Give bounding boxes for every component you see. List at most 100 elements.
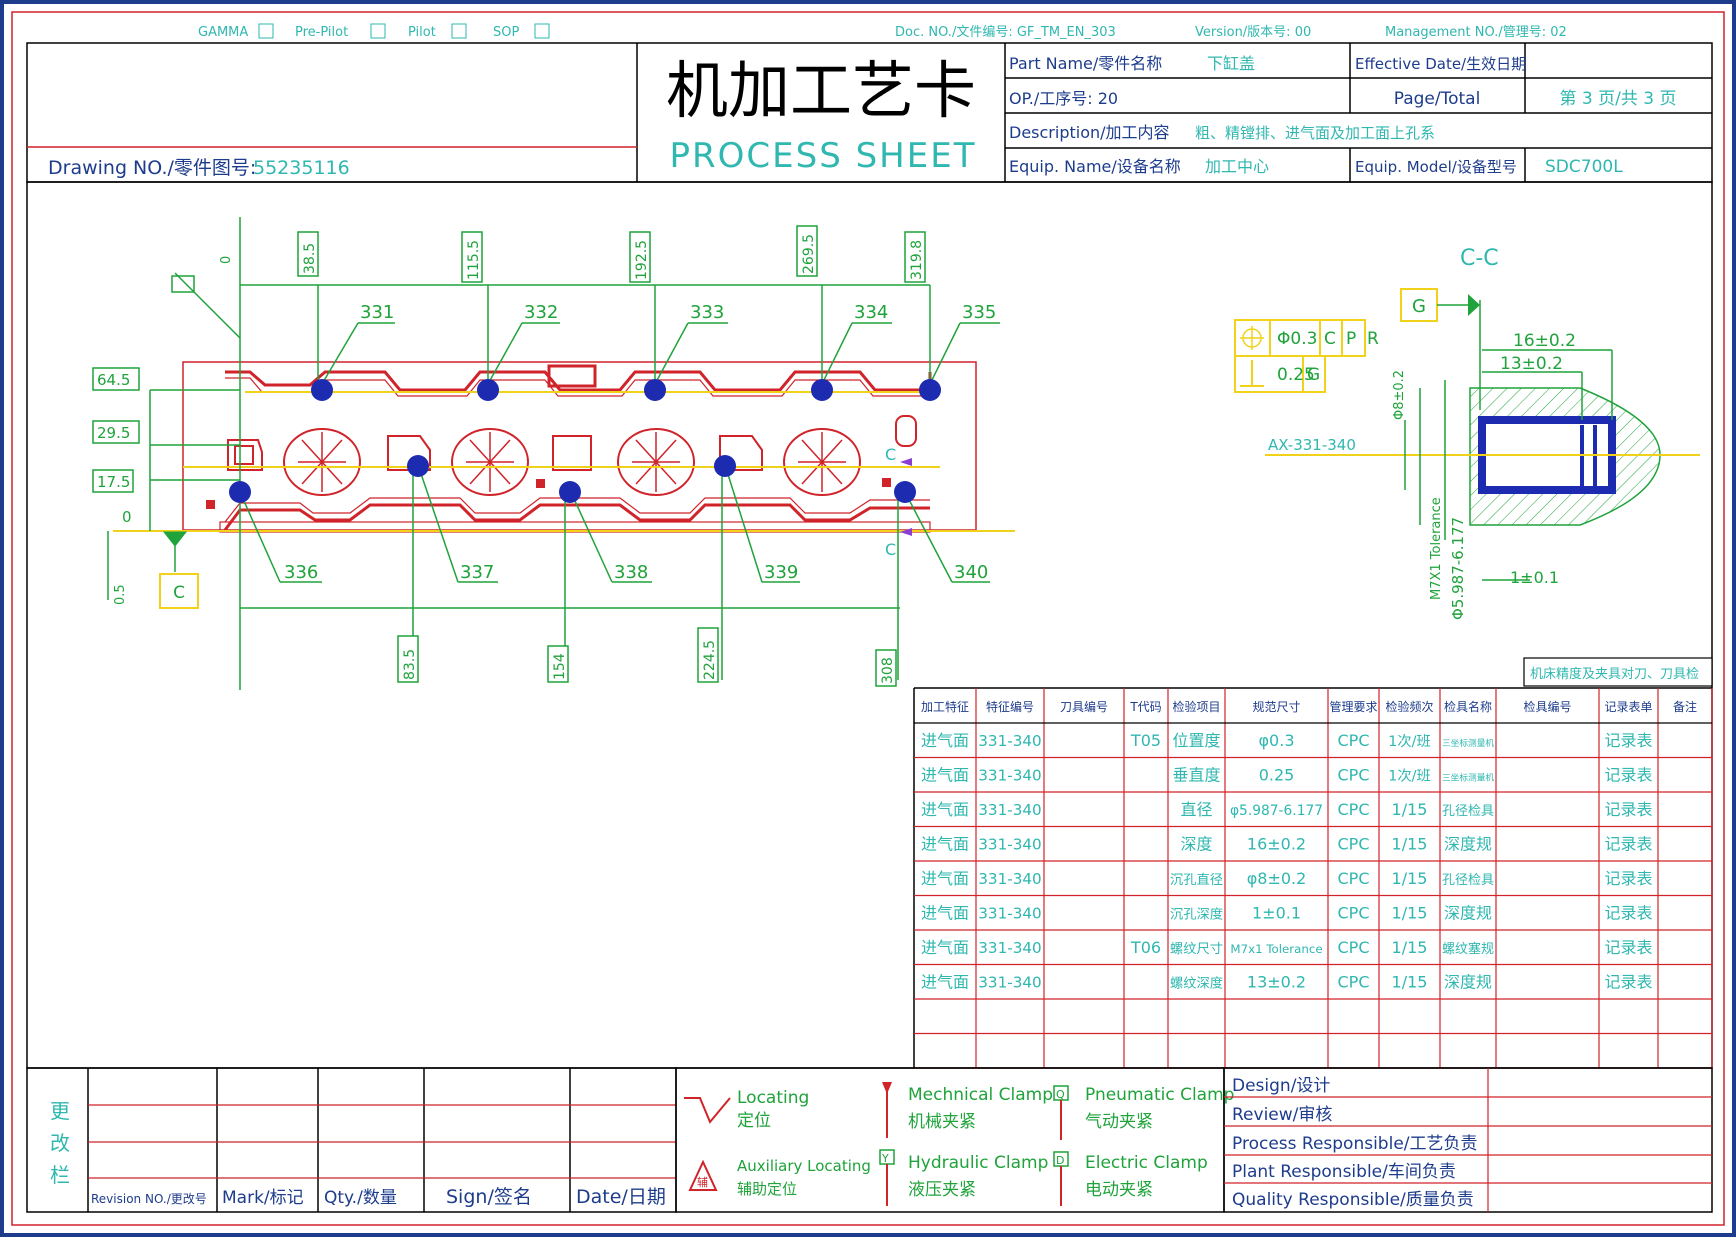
part-bottom-profile-inner bbox=[224, 497, 930, 523]
prepilot-checkbox[interactable] bbox=[370, 23, 386, 39]
table-cell: 1/15 bbox=[1392, 904, 1428, 923]
legend-aux-locating-cn: 辅助定位 bbox=[737, 1180, 797, 1198]
balloon-331: 331 bbox=[360, 302, 394, 323]
section-title: C-C bbox=[1460, 246, 1499, 271]
gamma-checkbox[interactable] bbox=[258, 23, 274, 39]
table-cell: 深度规 bbox=[1444, 835, 1492, 854]
table-cell: 1±0.1 bbox=[1252, 904, 1301, 923]
fcf-position-tol: Φ0.3 bbox=[1277, 329, 1317, 349]
dim-hole-diameter: Φ5.987-6.177 bbox=[1449, 517, 1467, 620]
revision-labels: 更 改 栏 Revision NO./更改号 Mark/标记 Qty./数量 S… bbox=[50, 1099, 666, 1208]
datum-zero-top: 0 bbox=[219, 256, 234, 264]
clamp-arrow-icon bbox=[900, 458, 912, 466]
top-balloon-labels: 331 332 333 334 335 bbox=[360, 302, 996, 323]
table-cell: 进气面 bbox=[921, 731, 969, 750]
table-cell: CPC bbox=[1338, 869, 1370, 888]
legend-locating-cn: 定位 bbox=[737, 1111, 771, 1131]
header-status-bar: GAMMA Pre-Pilot Pilot SOP Doc. NO./文件编号:… bbox=[198, 23, 1567, 40]
equip-model-value: SDC700L bbox=[1545, 157, 1623, 177]
dim-308: 308 bbox=[880, 657, 896, 684]
legend-mech-clamp: Mechnical Clamp bbox=[908, 1085, 1053, 1105]
red-marker bbox=[536, 479, 545, 488]
section-mark-top: C bbox=[885, 445, 896, 464]
pilot-checkbox[interactable] bbox=[451, 23, 467, 39]
balloon-333: 333 bbox=[690, 302, 724, 323]
process-sheet-canvas: GAMMA Pre-Pilot Pilot SOP Doc. NO./文件编号:… bbox=[0, 0, 1736, 1237]
dim-side-tolerance: 0.5 bbox=[113, 584, 128, 605]
table-cell: 螺纹尺寸 bbox=[1170, 941, 1223, 957]
table-cell: 螺纹塞规 bbox=[1442, 941, 1494, 957]
table-cell: 进气面 bbox=[921, 766, 969, 785]
table-cell: 13±0.2 bbox=[1247, 973, 1306, 992]
dim-154: 154 bbox=[552, 653, 568, 680]
hydraulic-symbol: Y bbox=[881, 1152, 889, 1165]
table-cell: φ8±0.2 bbox=[1247, 869, 1307, 888]
signoff-design: Design/设计 bbox=[1232, 1076, 1330, 1096]
table-cell: 深度 bbox=[1180, 835, 1212, 854]
dim-115-5: 115.5 bbox=[466, 240, 482, 280]
dimension-layer bbox=[107, 217, 931, 690]
table-cell: M7x1 Tolerance bbox=[1230, 942, 1322, 956]
dim-192-5: 192.5 bbox=[634, 240, 650, 280]
table-cell: 331-340 bbox=[978, 870, 1041, 888]
part-bottom-profile bbox=[223, 503, 930, 531]
table-cell: 沉孔直径 bbox=[1170, 872, 1223, 888]
dim-64-5: 64.5 bbox=[97, 371, 130, 389]
balloon-334: 334 bbox=[854, 302, 888, 323]
sign-header: Sign/签名 bbox=[446, 1186, 532, 1208]
version-number: Version/版本号: 00 bbox=[1195, 25, 1311, 40]
legend-aux-locating: Auxiliary Locating bbox=[737, 1157, 871, 1175]
dim-chamfer: 1±0.1 bbox=[1510, 568, 1559, 587]
table-cell: 进气面 bbox=[921, 938, 969, 957]
table-cell: 孔径检具 bbox=[1442, 873, 1494, 888]
table-cell: 331-340 bbox=[978, 767, 1041, 785]
signoff-quality: Quality Responsible/质量负责 bbox=[1232, 1190, 1474, 1210]
table-cell: 1/15 bbox=[1392, 973, 1428, 992]
signoff-process: Process Responsible/工艺负责 bbox=[1232, 1134, 1478, 1154]
table-cell: 三坐标测量机 bbox=[1442, 772, 1494, 784]
dim-zero-left: 0 bbox=[122, 508, 132, 526]
table-cell: 沉孔深度 bbox=[1170, 907, 1223, 923]
table-cell: 记录表 bbox=[1604, 766, 1652, 785]
dim-83-5: 83.5 bbox=[402, 649, 418, 680]
table-header-cell: 加工特征 bbox=[921, 699, 969, 714]
table-cell: φ5.987-6.177 bbox=[1230, 803, 1323, 819]
table-cell: 0.25 bbox=[1259, 766, 1295, 785]
table-cell: CPC bbox=[1338, 835, 1370, 854]
process-sheet-page: GAMMA Pre-Pilot Pilot SOP Doc. NO./文件编号:… bbox=[0, 0, 1736, 1237]
dim-29-5: 29.5 bbox=[97, 424, 130, 442]
table-cell: CPC bbox=[1338, 904, 1370, 923]
revision-side-1: 更 bbox=[50, 1099, 70, 1123]
description-value: 粗、精镗排、进气面及加工面上孔系 bbox=[1195, 124, 1435, 142]
table-cell: 记录表 bbox=[1604, 904, 1652, 923]
table-cell: 进气面 bbox=[921, 869, 969, 888]
dim-38-5: 38.5 bbox=[302, 243, 318, 274]
mark-header: Mark/标记 bbox=[222, 1188, 304, 1208]
balloon-337: 337 bbox=[460, 562, 494, 583]
sop-checkbox[interactable] bbox=[534, 23, 550, 39]
locating-icon bbox=[684, 1097, 731, 1124]
table-header-cell: 检验项目 bbox=[1172, 699, 1220, 714]
table-cell: 331-340 bbox=[978, 939, 1041, 957]
table-cell: 进气面 bbox=[921, 973, 969, 992]
legend-elec-clamp: Electric Clamp bbox=[1085, 1153, 1208, 1173]
table-cell: 1/15 bbox=[1392, 938, 1428, 957]
title-english: PROCESS SHEET bbox=[670, 136, 977, 176]
electric-symbol: D bbox=[1056, 1154, 1064, 1167]
datum-c: C bbox=[159, 531, 199, 609]
table-cell: CPC bbox=[1338, 731, 1370, 750]
fcf-datum-p: P bbox=[1346, 329, 1356, 349]
table-cell: 三坐标测量机 bbox=[1442, 737, 1494, 749]
legend-mech-clamp-cn: 机械夹紧 bbox=[908, 1112, 976, 1132]
table-cell: 直径 bbox=[1180, 800, 1212, 819]
status-prepilot: Pre-Pilot bbox=[295, 25, 348, 40]
balloon-340: 340 bbox=[954, 562, 988, 583]
status-sop: SOP bbox=[493, 25, 519, 40]
part-name-label: Part Name/零件名称 bbox=[1009, 54, 1162, 73]
table-cell: 垂直度 bbox=[1172, 766, 1220, 785]
table-cell: CPC bbox=[1338, 938, 1370, 957]
table-cell: 记录表 bbox=[1604, 869, 1652, 888]
table-header-cell: 检具编号 bbox=[1523, 699, 1571, 714]
table-cell: 16±0.2 bbox=[1247, 835, 1306, 854]
legend-block: Locating 定位 辅 Auxiliary Locating 辅助定位 Me… bbox=[675, 1067, 1234, 1213]
